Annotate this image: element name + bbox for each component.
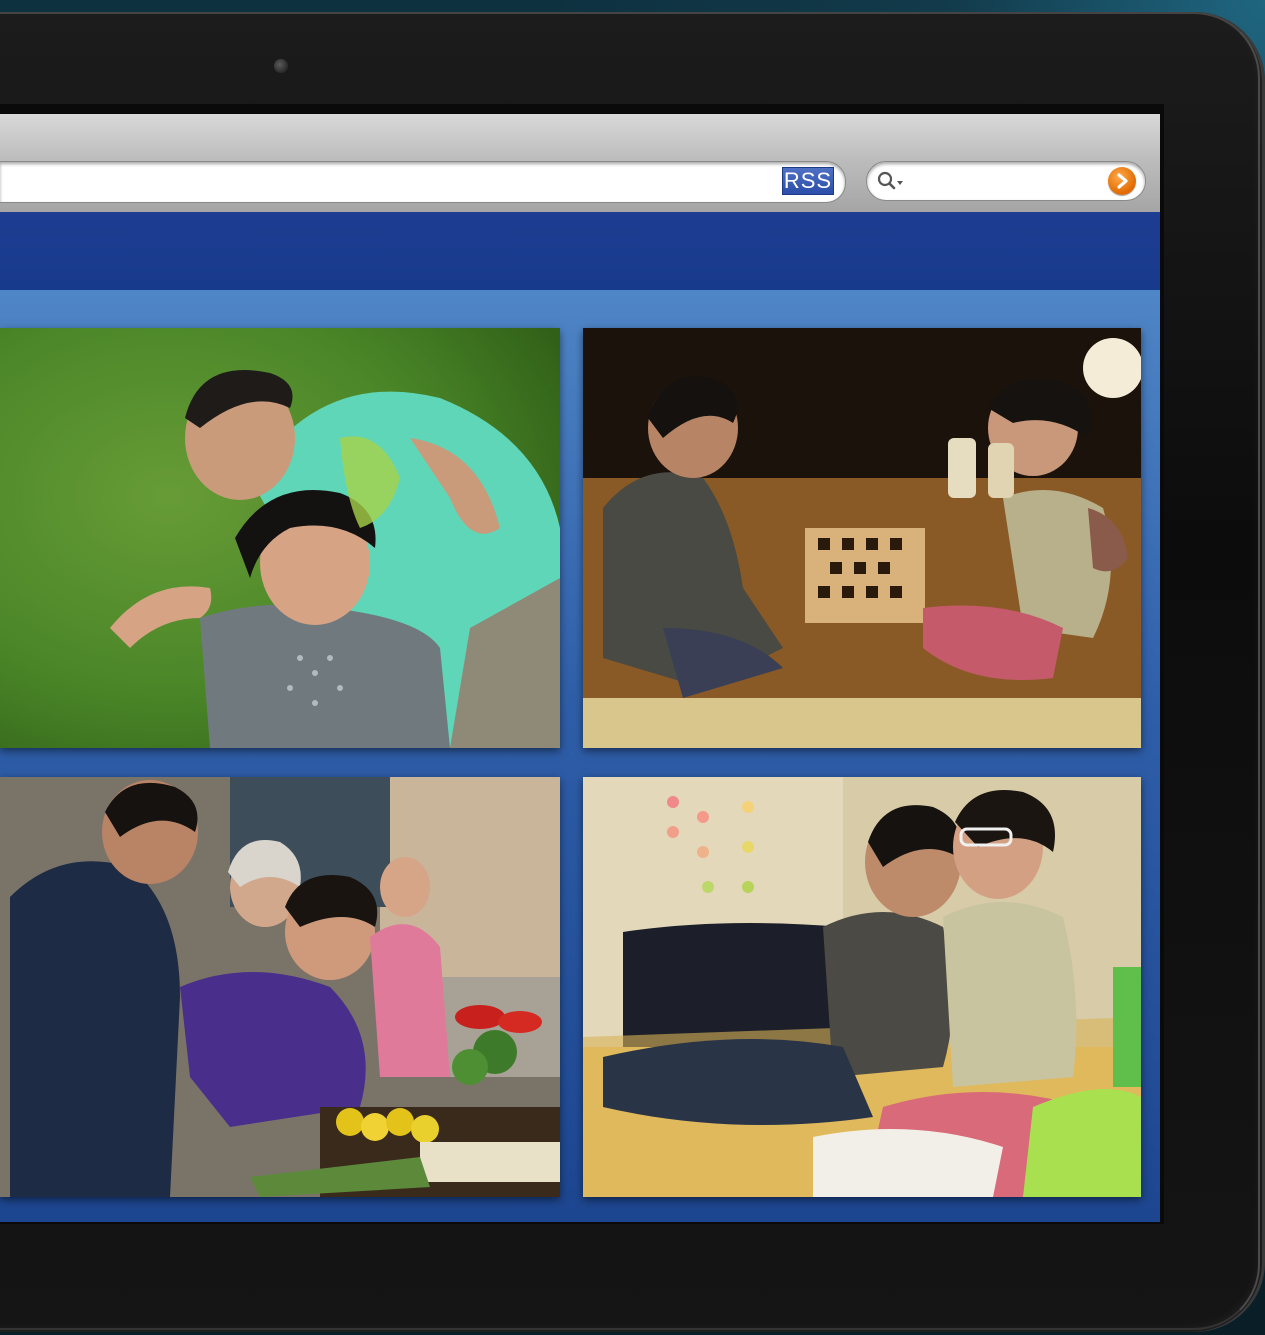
search-go-button[interactable] bbox=[1108, 167, 1136, 195]
couple-on-sofa-photo[interactable] bbox=[583, 777, 1141, 1197]
couple-playing-chess-photo[interactable] bbox=[583, 328, 1141, 748]
couple-at-market-photo[interactable] bbox=[0, 777, 560, 1197]
couple-on-grass-photo[interactable] bbox=[0, 328, 560, 748]
magnifier-dropdown-icon[interactable] bbox=[876, 170, 906, 192]
rss-button[interactable]: RSS bbox=[782, 167, 834, 195]
camera-icon bbox=[274, 59, 288, 73]
site-header-bar bbox=[0, 212, 1160, 290]
arrow-right-icon bbox=[1117, 173, 1128, 189]
address-bar[interactable] bbox=[0, 161, 846, 203]
search-input[interactable] bbox=[912, 168, 1102, 196]
